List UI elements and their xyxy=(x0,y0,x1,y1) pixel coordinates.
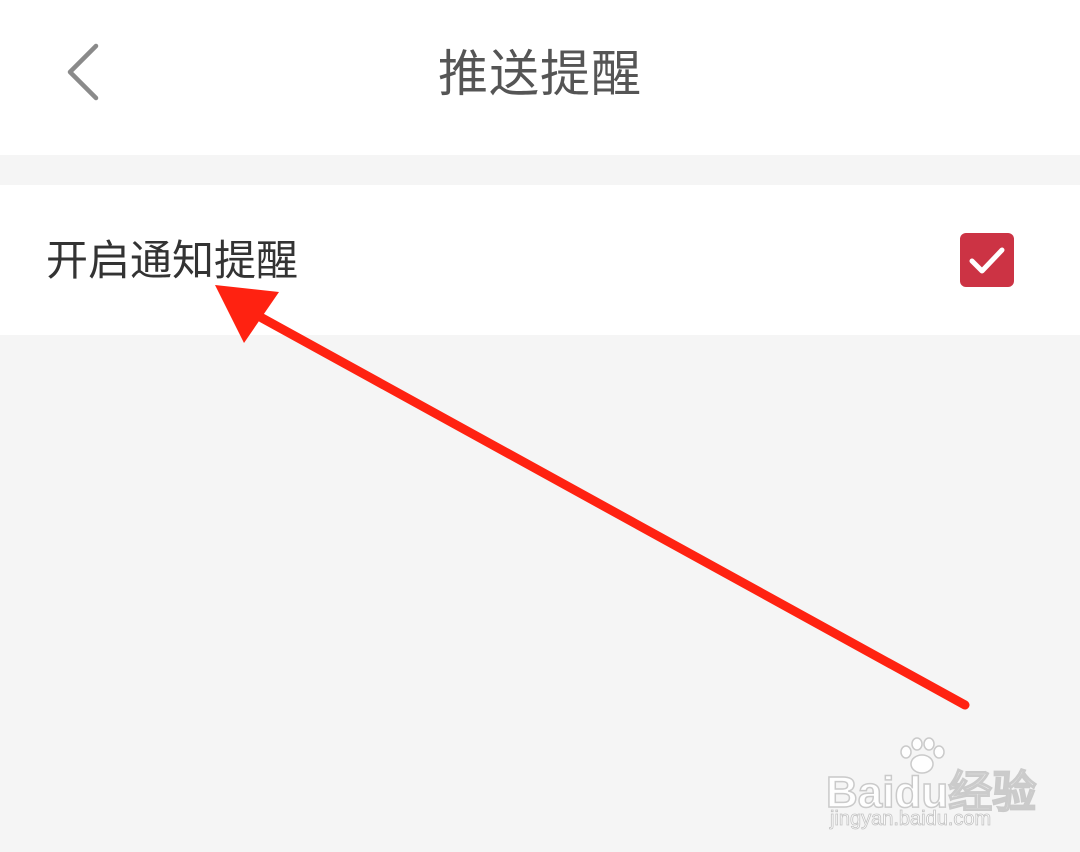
header-bar: 推送提醒 xyxy=(0,0,1080,155)
page-title: 推送提醒 xyxy=(438,45,642,103)
notification-setting-row[interactable]: 开启通知提醒 xyxy=(0,185,1080,335)
content-area xyxy=(0,335,1080,852)
chevron-left-icon xyxy=(67,43,99,101)
notification-checkbox[interactable] xyxy=(960,233,1014,287)
section-divider xyxy=(0,155,1080,185)
checkmark-icon xyxy=(969,247,1005,274)
back-button[interactable] xyxy=(52,36,116,108)
notification-setting-label: 开启通知提醒 xyxy=(46,236,299,285)
